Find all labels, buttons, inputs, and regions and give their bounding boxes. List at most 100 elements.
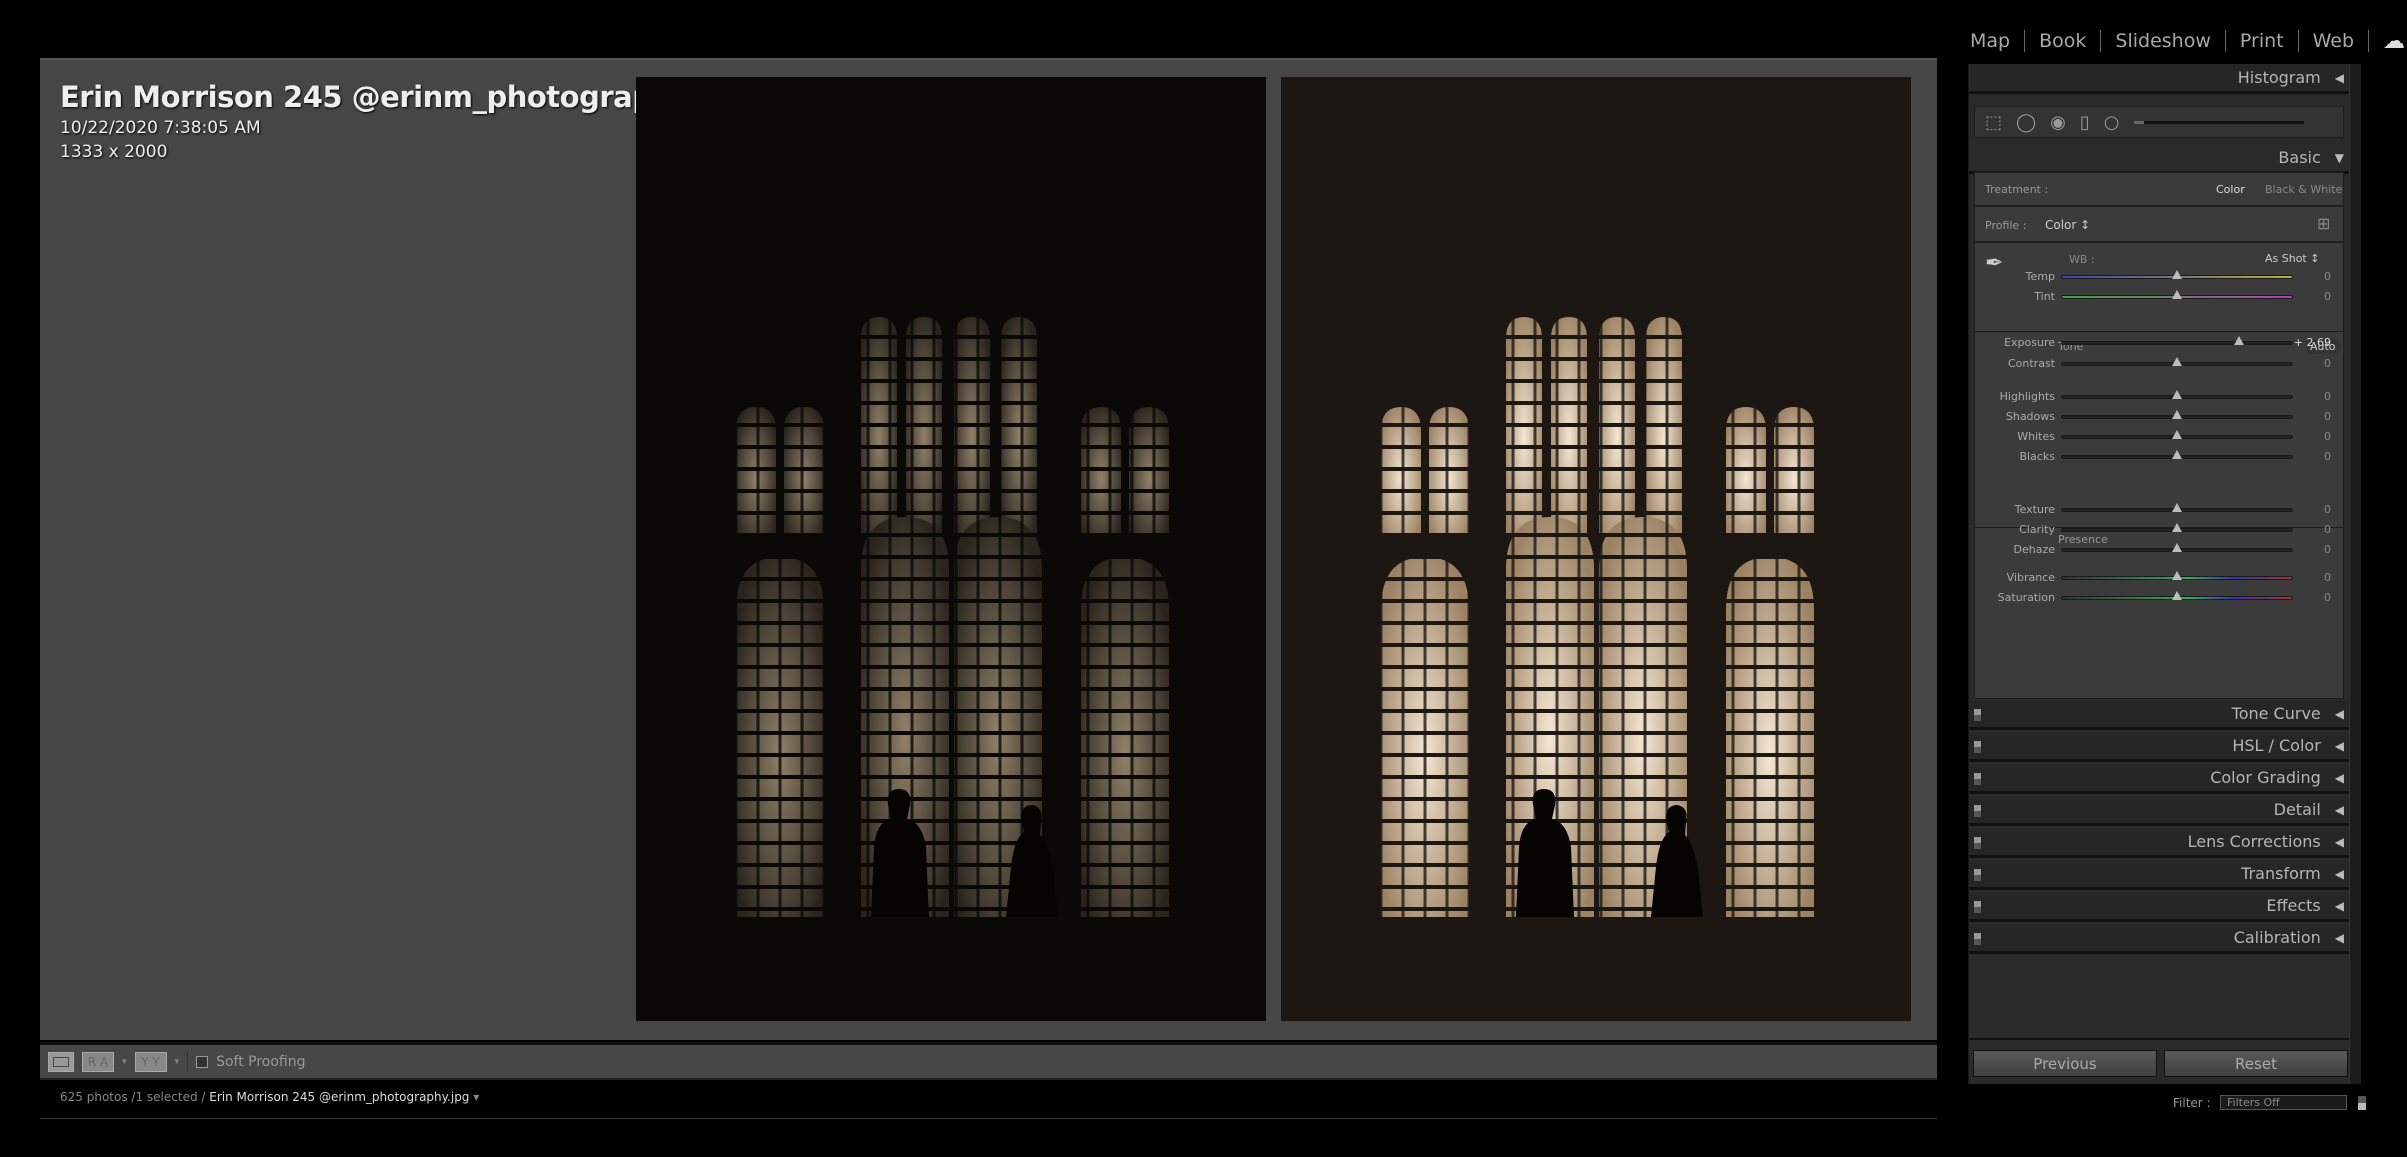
chevron-down-icon[interactable]: ▾ — [175, 1057, 180, 1067]
before-after-button[interactable]: R A — [82, 1051, 114, 1072]
loupe-view-button[interactable] — [48, 1051, 74, 1072]
slider-value[interactable]: + 2.69 — [2291, 336, 2331, 349]
slider-thumb[interactable] — [2172, 390, 2182, 399]
panel-header-calibration[interactable]: Calibration ◀ — [1969, 924, 2350, 954]
module-print[interactable]: Print — [2226, 30, 2299, 52]
slider-label: Blacks — [2019, 450, 2056, 463]
slider-track[interactable] — [2061, 390, 2293, 399]
slider-value[interactable]: 0 — [2291, 543, 2331, 556]
panel-title: Transform — [2241, 864, 2321, 883]
panel-toggle-switch[interactable] — [1973, 900, 1982, 914]
panel-toggle-switch[interactable] — [1973, 868, 1982, 882]
slider-track[interactable] — [2061, 430, 2293, 439]
panel-header-effects[interactable]: Effects ◀ — [1969, 892, 2350, 922]
panel-header-detail[interactable]: Detail ◀ — [1969, 796, 2350, 826]
wb-dropdown[interactable]: As Shot ↕ — [2265, 252, 2319, 265]
slider-thumb[interactable] — [2172, 410, 2182, 419]
slider-thumb[interactable] — [2172, 523, 2182, 532]
profile-dropdown[interactable]: Color ↕ — [2045, 218, 2090, 232]
slider-thumb[interactable] — [2172, 270, 2182, 279]
soft-proofing-checkbox[interactable] — [196, 1055, 209, 1068]
panel-toggle-switch[interactable] — [1973, 740, 1982, 754]
panel-toggle-switch[interactable] — [1973, 708, 1982, 722]
slider-thumb[interactable] — [2172, 290, 2182, 299]
spot-removal-icon[interactable]: ◯ — [2016, 112, 2036, 133]
panel-title: Tone Curve — [2231, 704, 2321, 723]
slider-blacks: Blacks 0 — [1975, 450, 2343, 464]
slider-track[interactable] — [2061, 336, 2293, 345]
profile-browser-grid-icon[interactable]: ⊞ — [2317, 214, 2330, 233]
slider-track[interactable] — [2061, 543, 2293, 552]
slider-value[interactable]: 0 — [2291, 410, 2331, 423]
slider-thumb[interactable] — [2172, 357, 2182, 366]
slider-track[interactable] — [2061, 503, 2293, 512]
slider-thumb[interactable] — [2233, 336, 2244, 345]
slider-thumb[interactable] — [2172, 543, 2182, 552]
panel-header-tone-curve[interactable]: Tone Curve ◀ — [1969, 700, 2350, 730]
panel-toggle-switch[interactable] — [1973, 932, 1982, 946]
slider-value[interactable]: 0 — [2291, 591, 2331, 604]
slider-value[interactable]: 0 — [2291, 270, 2331, 283]
treatment-row: Treatment : Color Black & White — [1974, 172, 2344, 206]
slider-track[interactable] — [2061, 523, 2293, 532]
slider-thumb[interactable] — [2172, 450, 2182, 459]
slider-value[interactable]: 0 — [2291, 523, 2331, 536]
slider-track[interactable] — [2061, 290, 2293, 299]
soft-proofing-label: Soft Proofing — [216, 1053, 306, 1070]
slider-whites: Whites 0 — [1975, 430, 2343, 444]
brush-slider[interactable] — [2133, 120, 2304, 124]
treatment-bw-option[interactable]: Black & White — [2265, 183, 2342, 196]
red-eye-icon[interactable]: ◉ — [2050, 112, 2066, 133]
slider-thumb[interactable] — [2172, 430, 2182, 439]
slider-value[interactable]: 0 — [2291, 503, 2331, 516]
module-slideshow[interactable]: Slideshow — [2101, 30, 2226, 52]
treatment-color-option[interactable]: Color — [2216, 183, 2245, 196]
panel-toggle-switch[interactable] — [1973, 772, 1982, 786]
slider-thumb[interactable] — [2172, 571, 2182, 580]
chevron-down-icon[interactable]: ▾ — [473, 1090, 479, 1104]
slider-track[interactable] — [2061, 571, 2293, 580]
slider-label: Temp — [2025, 270, 2055, 283]
slider-label: Saturation — [1997, 591, 2055, 604]
slider-value[interactable]: 0 — [2291, 357, 2331, 370]
module-map[interactable]: Map — [1960, 30, 2026, 52]
slider-value[interactable]: 0 — [2291, 290, 2331, 303]
previous-button[interactable]: Previous — [1973, 1050, 2157, 1077]
slider-track[interactable] — [2061, 591, 2293, 600]
filter-lock-toggle[interactable] — [2358, 1096, 2366, 1110]
module-nav: Map Book Slideshow Print Web ☁ — [1960, 24, 2405, 58]
panel-scrollbar[interactable] — [2349, 64, 2361, 1084]
module-web[interactable]: Web — [2299, 30, 2370, 52]
panel-header-transform[interactable]: Transform ◀ — [1969, 860, 2350, 890]
graduated-filter-icon[interactable]: ▯ — [2080, 112, 2090, 133]
slider-value[interactable]: 0 — [2291, 430, 2331, 443]
slider-value[interactable]: 0 — [2291, 571, 2331, 584]
panel-header-lens-corrections[interactable]: Lens Corrections ◀ — [1969, 828, 2350, 858]
module-book[interactable]: Book — [2025, 30, 2102, 52]
slider-thumb[interactable] — [2172, 591, 2182, 600]
panel-header-color-grading[interactable]: Color Grading ◀ — [1969, 764, 2350, 794]
before-photo[interactable] — [636, 77, 1266, 1021]
basic-header[interactable]: Basic ▼ — [1969, 144, 2350, 174]
slider-track[interactable] — [2061, 410, 2293, 419]
swap-before-after-button[interactable]: Y Y — [134, 1051, 167, 1072]
slider-track[interactable] — [2061, 270, 2293, 279]
panel-toggle-switch[interactable] — [1973, 836, 1982, 850]
slider-track[interactable] — [2061, 450, 2293, 459]
slider-track[interactable] — [2061, 357, 2293, 366]
filter-dropdown[interactable]: Filters Off — [2220, 1095, 2347, 1110]
panel-header-hsl-color[interactable]: HSL / Color ◀ — [1969, 732, 2350, 762]
chevron-down-icon[interactable]: ▾ — [122, 1057, 127, 1067]
slider-thumb[interactable] — [2172, 503, 2182, 512]
wb-label: WB : — [2069, 253, 2095, 266]
radial-filter-icon[interactable]: ○ — [2104, 112, 2120, 133]
slider-value[interactable]: 0 — [2291, 390, 2331, 403]
current-file[interactable]: Erin Morrison 245 @erinm_photography.jpg — [209, 1090, 469, 1104]
crop-icon[interactable]: ⬚ — [1985, 112, 2002, 133]
slider-value[interactable]: 0 — [2291, 450, 2331, 463]
reset-button[interactable]: Reset — [2164, 1050, 2348, 1077]
cloud-icon[interactable]: ☁ — [2369, 29, 2405, 54]
histogram-header[interactable]: Histogram ◀ — [1969, 64, 2350, 94]
after-photo[interactable] — [1281, 77, 1911, 1021]
panel-toggle-switch[interactable] — [1973, 804, 1982, 818]
